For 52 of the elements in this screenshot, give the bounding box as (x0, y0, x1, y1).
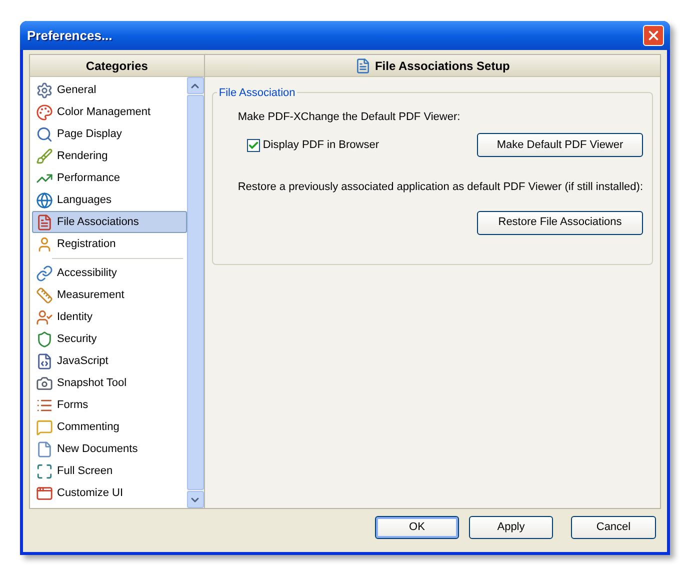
category-item[interactable]: New Documents (32, 438, 187, 460)
category-item[interactable]: Color Management (32, 101, 187, 123)
category-item[interactable]: Snapshot Tool (32, 372, 187, 394)
brush-icon (36, 148, 53, 164)
code-icon (36, 352, 53, 370)
person-icon (36, 308, 53, 326)
document-icon (36, 214, 53, 230)
category-item[interactable]: Rendering (32, 145, 187, 167)
dialog-button[interactable]: Apply (469, 516, 553, 539)
category-item[interactable]: General (32, 79, 187, 101)
scrollbar[interactable] (186, 77, 204, 508)
category-item[interactable]: Page Display (32, 123, 187, 145)
category-item[interactable]: Measurement (32, 284, 187, 306)
close-button[interactable] (643, 25, 664, 46)
close-icon (646, 28, 661, 43)
window-icon (36, 484, 53, 502)
camera-icon (36, 374, 53, 392)
link-icon (36, 264, 53, 282)
gear-icon (36, 82, 53, 98)
instruction-text: Restore a previously associated application as default PDF Viewer (if still installed): (238, 180, 643, 195)
dialog-button[interactable]: OK (375, 516, 459, 539)
instruction-text: Make PDF-XChange the Default PDF Viewer: (238, 110, 462, 125)
fullscreen-icon (36, 462, 53, 480)
make-default-button[interactable]: Make Default PDF Viewer (477, 133, 643, 157)
category-item[interactable]: Forms (32, 394, 187, 416)
checkbox[interactable] (246, 138, 260, 152)
ruler-icon (36, 286, 53, 304)
page-icon (36, 440, 53, 458)
categories-heading: Categories (86, 58, 148, 74)
window-title: Preferences... (26, 26, 112, 45)
globe-icon (36, 192, 53, 208)
document-icon (354, 58, 371, 74)
speech-bubble-icon (36, 418, 53, 436)
panel-title: File Associations Setup (374, 58, 510, 74)
category-item[interactable]: Performance (32, 167, 187, 189)
person-icon (36, 236, 53, 252)
category-item[interactable]: Languages (32, 189, 187, 211)
palette-icon (36, 104, 53, 120)
magnifier-icon (36, 126, 53, 142)
category-item[interactable]: Security (32, 328, 187, 350)
restore-button[interactable]: Restore File Associations (477, 210, 643, 234)
category-item[interactable]: JavaScript (32, 350, 187, 372)
category-item[interactable]: Customize UI (32, 482, 187, 504)
shield-icon (36, 330, 53, 348)
category-item[interactable]: Full Screen (32, 460, 187, 482)
category-item[interactable]: Registration (32, 233, 187, 255)
category-item[interactable]: Accessibility (32, 262, 187, 284)
checkbox-label[interactable]: Display PDF in Browser (262, 137, 379, 154)
dialog-button[interactable]: Cancel (571, 516, 656, 539)
category-item[interactable]: Identity (32, 306, 187, 328)
category-item[interactable]: File Associations (32, 211, 187, 233)
category-item[interactable]: Commenting (32, 416, 187, 438)
